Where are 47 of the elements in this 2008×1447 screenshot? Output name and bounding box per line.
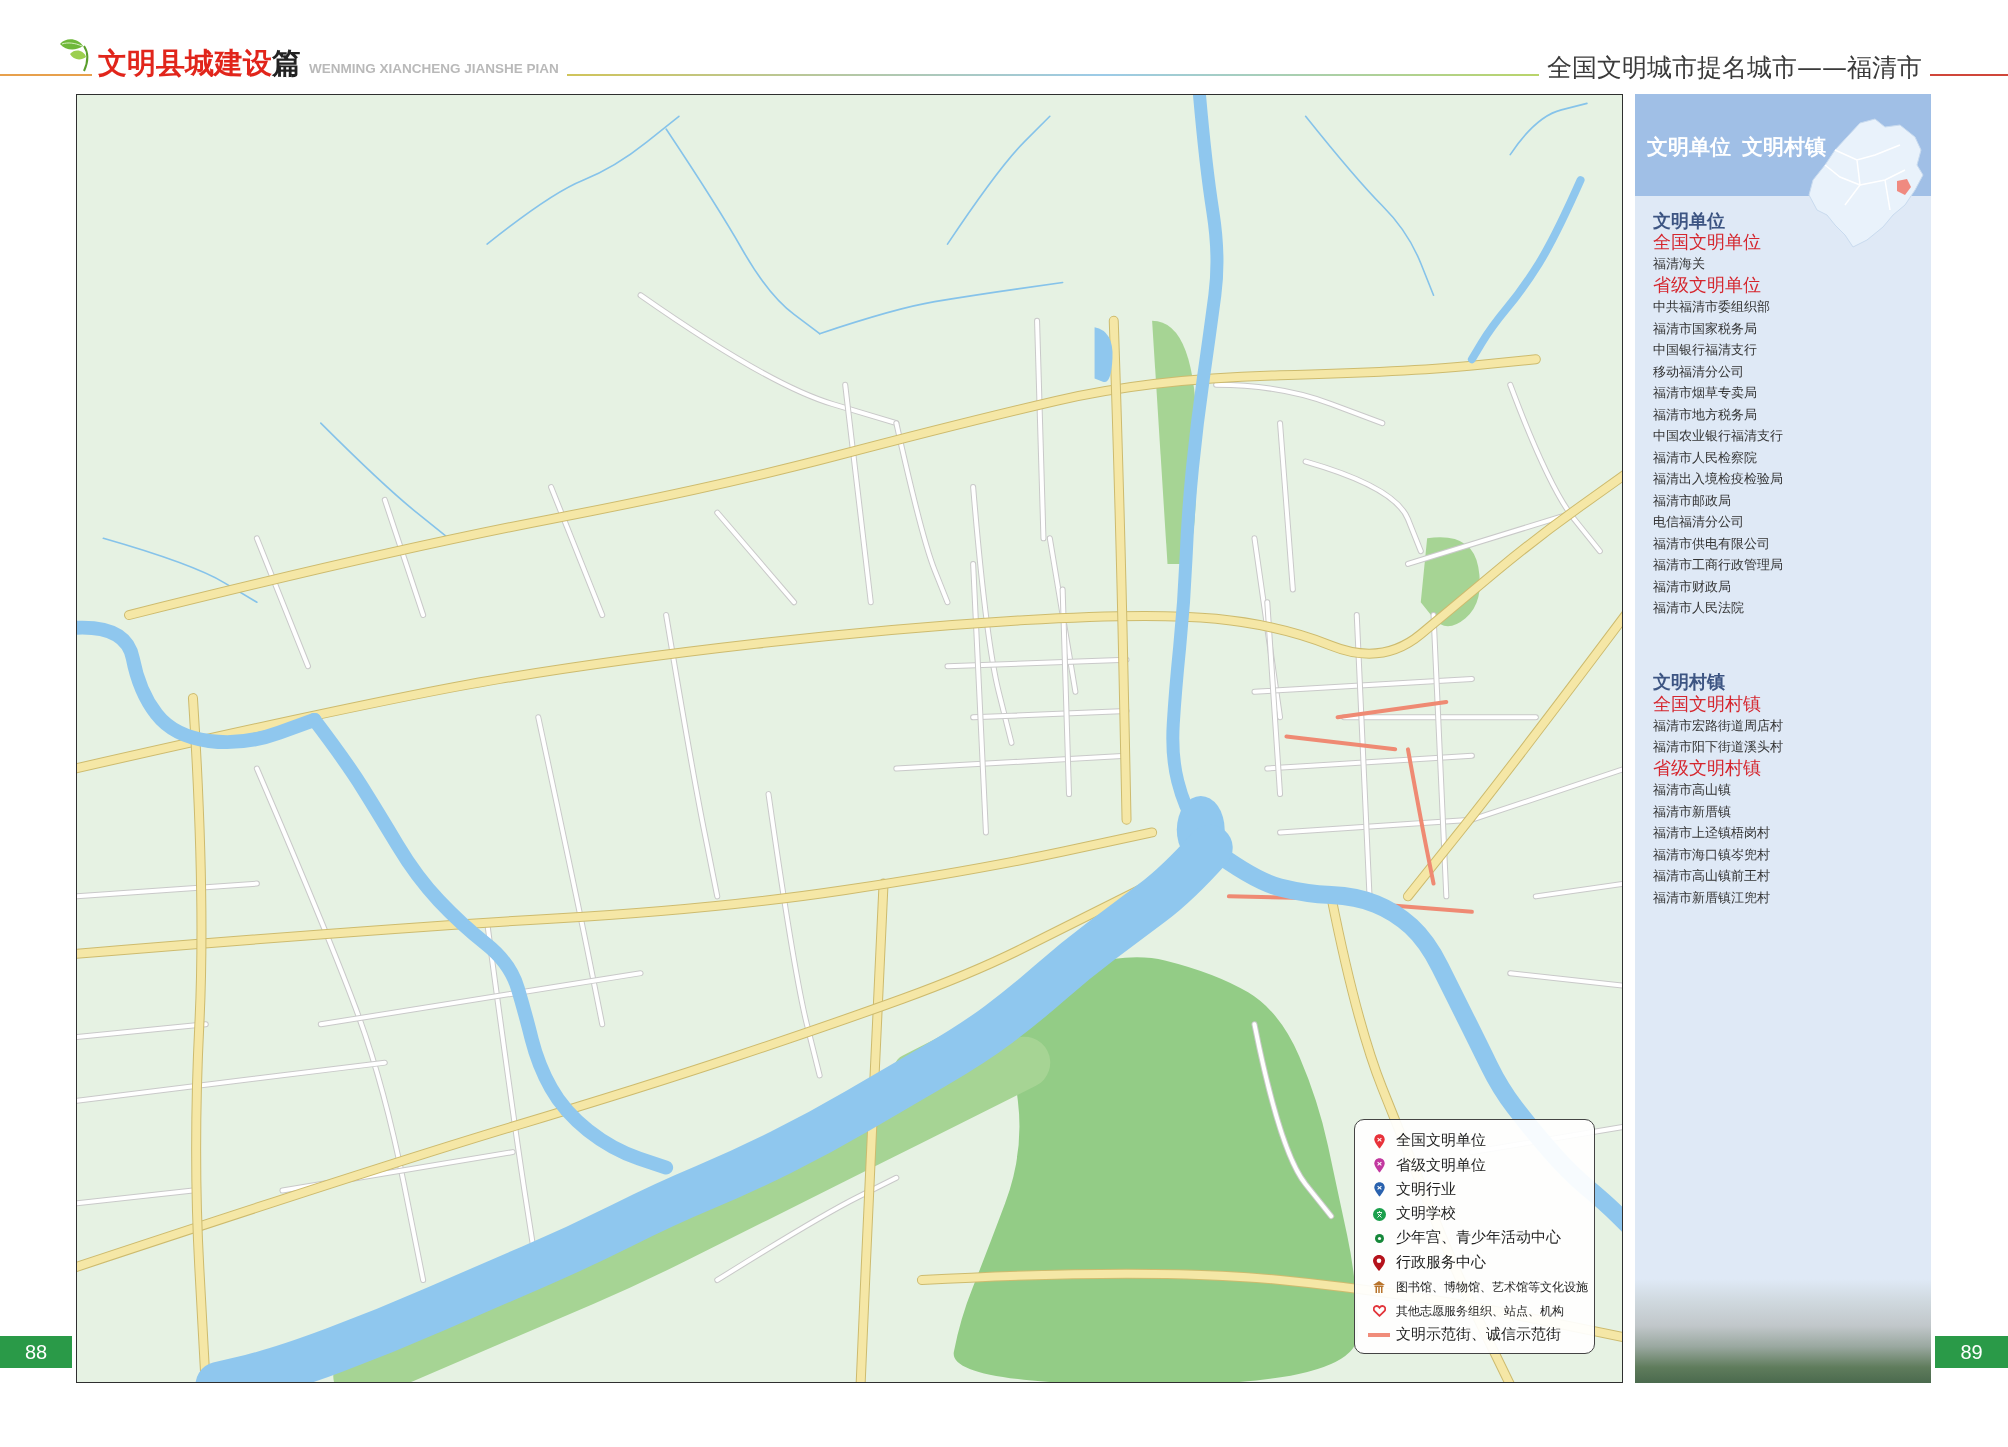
list-item: 福清市高山镇 xyxy=(1653,782,1731,798)
list-item: 福清市阳下街道溪头村 xyxy=(1653,739,1783,755)
group-heading: 全国文明单位 xyxy=(1653,232,1761,253)
legend-label: 全国文明单位 xyxy=(1396,1133,1486,1150)
list-item: 福清海关 xyxy=(1653,256,1705,272)
legend-label: 省级文明单位 xyxy=(1396,1157,1486,1174)
list-item: 福清市新厝镇江兜村 xyxy=(1653,889,1770,905)
group-heading: 省级文明单位 xyxy=(1653,275,1761,296)
list-item: 福清市烟草专卖局 xyxy=(1653,385,1757,401)
panel-title: 文明村镇 xyxy=(1742,135,1826,159)
list-item: 福清市国家税务局 xyxy=(1653,320,1757,336)
legend-label: 文明行业 xyxy=(1396,1182,1456,1198)
list-item: 福清市工商行政管理局 xyxy=(1653,557,1783,573)
list-item: 福清出入境检疫检验局 xyxy=(1653,471,1783,487)
section-title: 文明县城建设篇 xyxy=(98,49,301,78)
legend-label: 文明示范街、诚信示范街 xyxy=(1396,1327,1561,1344)
region-map-icon xyxy=(1805,115,1925,248)
list-item: 中共福清市委组织部 xyxy=(1653,299,1770,315)
list-item: 中国银行福清支行 xyxy=(1653,342,1757,358)
legend-label: 其他志愿服务组织、站点、机构 xyxy=(1396,1304,1564,1318)
panel-title: 文明单位 xyxy=(1647,135,1731,159)
section-heading: 文明单位 xyxy=(1653,210,1725,231)
list-item: 福清市高山镇前王村 xyxy=(1653,868,1770,884)
group-heading: 省级文明村镇 xyxy=(1653,758,1761,779)
section-subtitle: WENMING XIANCHENG JIANSHE PIAN xyxy=(309,61,559,75)
legend-label: 行政服务中心 xyxy=(1396,1254,1486,1271)
list-item: 中国农业银行福清支行 xyxy=(1653,428,1783,444)
page-number: 89 xyxy=(1935,1336,2008,1369)
list-item: 福清市宏路街道周店村 xyxy=(1653,717,1783,733)
list-item: 移动福清分公司 xyxy=(1653,363,1744,379)
list-item: 福清市人民法院 xyxy=(1653,600,1744,616)
legend-label: 图书馆、博物馆、艺术馆等文化设施 xyxy=(1396,1280,1588,1294)
legend-label: 文明学校 xyxy=(1396,1206,1456,1223)
group-heading: 全国文明村镇 xyxy=(1653,693,1761,714)
section-heading: 文明村镇 xyxy=(1653,672,1725,693)
list-item: 福清市新厝镇 xyxy=(1653,803,1731,819)
list-item: 福清市供电有限公司 xyxy=(1653,535,1770,551)
list-item: 电信福清分公司 xyxy=(1653,514,1744,530)
list-item: 福清市上迳镇梧岗村 xyxy=(1653,825,1770,841)
list-item: 福清市海口镇岑兜村 xyxy=(1653,846,1770,862)
list-item: 福清市人民检察院 xyxy=(1653,449,1757,465)
legend-label: 少年宫、青少年活动中心 xyxy=(1396,1230,1561,1247)
page-number: 88 xyxy=(0,1336,72,1369)
list-item: 福清市地方税务局 xyxy=(1653,406,1757,422)
page-header-title: 全国文明城市提名城市——福清市 xyxy=(1547,55,1922,80)
list-item: 福清市财政局 xyxy=(1653,578,1731,594)
list-item: 福清市邮政局 xyxy=(1653,492,1731,508)
